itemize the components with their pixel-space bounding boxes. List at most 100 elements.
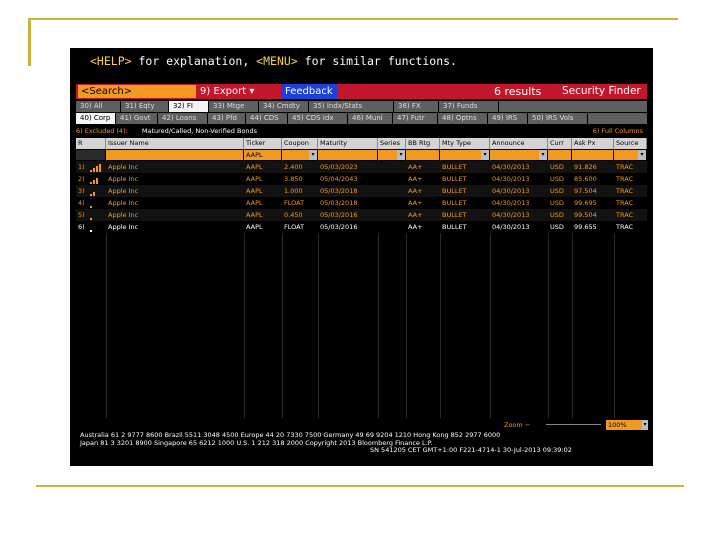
bb-rating: AA+ (408, 187, 423, 195)
filter-rating[interactable] (406, 150, 440, 160)
col-header-source[interactable]: Source (614, 138, 647, 149)
series (378, 221, 406, 233)
tab-cds-idx[interactable]: 45) CDS Idx (288, 113, 348, 124)
filter-coupon[interactable]: ▾ (282, 150, 318, 160)
filter-maturity[interactable] (318, 150, 378, 160)
tab-optns[interactable]: 48) Optns (438, 113, 488, 124)
zoom-value[interactable]: 100% (606, 420, 642, 430)
col-header-curr[interactable]: Curr (548, 138, 572, 149)
currency: USD (550, 163, 564, 171)
coupon: 1.000 (284, 187, 303, 195)
col-header-ask-px[interactable]: Ask Px (572, 138, 614, 149)
series (378, 197, 406, 209)
tab-irs[interactable]: 49) IRS (488, 113, 528, 124)
filter-source[interactable]: ▾ (614, 150, 647, 160)
issuer-name: Apple Inc (108, 175, 139, 183)
currency: USD (550, 199, 564, 207)
table-row[interactable]: 5) Apple Inc AAPL 0.450 05/03/2016 AA+ B… (76, 209, 647, 221)
help-key[interactable]: <HELP> (90, 54, 132, 68)
maturity: 05/03/2016 (320, 211, 358, 219)
filter-curr[interactable] (548, 150, 572, 160)
tab-cds[interactable]: 44) CDS (246, 113, 288, 124)
filter-mty-type[interactable]: ▾ (440, 150, 490, 160)
tab-loans[interactable]: 42) Loans (158, 113, 208, 124)
issuer-name: Apple Inc (108, 223, 139, 231)
filter-ask-px[interactable] (572, 150, 614, 160)
announce-date: 04/30/2013 (492, 199, 530, 207)
col-header-series[interactable]: Series (378, 138, 406, 149)
table-row[interactable]: 4) Apple Inc AAPL FLOAT 05/03/2018 AA+ B… (76, 197, 647, 209)
col-header-issuer[interactable]: Issuer Name (106, 138, 244, 149)
tab-all[interactable]: 30) All (76, 101, 121, 112)
col-header-ticker[interactable]: Ticker (244, 138, 282, 149)
app-title: Security Finder (562, 85, 641, 97)
mty-type: BULLET (442, 223, 467, 231)
ask-price: 99.695 (574, 199, 597, 207)
tab-commodity[interactable]: 34) Cmdty (259, 101, 309, 112)
tab-funds[interactable]: 37) Funds (439, 101, 499, 112)
table-row[interactable]: 1) Apple Inc AAPL 2.400 05/03/2023 AA+ B… (76, 161, 647, 173)
excluded-toggle[interactable]: 6) Excluded (4): (76, 127, 128, 135)
tab-govt[interactable]: 41) Govt (116, 113, 158, 124)
issuer-name: Apple Inc (108, 187, 139, 195)
bb-rating: AA+ (408, 175, 423, 183)
help-hint-line: <HELP> for explanation, <MENU> for simil… (90, 54, 457, 68)
currency: USD (550, 187, 564, 195)
coupon: FLOAT (284, 199, 305, 207)
tab-index-stats[interactable]: 35) Indx/Stats (309, 101, 394, 112)
tab-muni[interactable]: 46) Muni (348, 113, 393, 124)
table-row[interactable]: 2) Apple Inc AAPL 3.850 05/04/2043 AA+ B… (76, 173, 647, 185)
ask-price: 99.504 (574, 211, 597, 219)
filter-series[interactable]: ▾ (378, 150, 406, 160)
zoom-out-button[interactable]: − (525, 421, 530, 429)
tab-mortgage[interactable]: 33) Mtge (209, 101, 259, 112)
menu-key[interactable]: <MENU> (256, 54, 298, 68)
chevron-down-icon[interactable]: ▾ (481, 150, 489, 160)
source: TRAC (616, 175, 634, 183)
col-header-coupon[interactable]: Coupon (282, 138, 318, 149)
feedback-button[interactable]: Feedback (281, 84, 337, 99)
filter-announce[interactable]: ▾ (490, 150, 548, 160)
tab-corp[interactable]: 40) Corp (76, 113, 116, 124)
zoom-slider[interactable] (546, 424, 601, 425)
full-columns-button[interactable]: 6) Full Columns (593, 126, 643, 136)
tab-pfd[interactable]: 43) Pfd (208, 113, 246, 124)
series (378, 173, 406, 185)
search-input[interactable]: <Search> (78, 85, 196, 98)
coupon: 2.400 (284, 163, 303, 171)
table-row[interactable]: 3) Apple Inc AAPL 1.000 05/03/2018 AA+ B… (76, 185, 647, 197)
tab-fx[interactable]: 36) FX (394, 101, 439, 112)
source: TRAC (616, 211, 634, 219)
chevron-down-icon[interactable]: ▾ (539, 150, 547, 160)
row-number: 1) (78, 163, 85, 171)
mty-type: BULLET (442, 175, 467, 183)
chevron-down-icon[interactable]: ▾ (642, 420, 648, 430)
series (378, 209, 406, 221)
col-header-rating[interactable]: BB Rtg (406, 138, 440, 149)
tab-futr[interactable]: 47) Futr (393, 113, 438, 124)
col-header-maturity[interactable]: Maturity (318, 138, 378, 149)
filter-ticker[interactable]: AAPL (244, 150, 282, 160)
col-header-mty-type[interactable]: Mty Type (440, 138, 490, 149)
signal-bars-icon (90, 163, 102, 172)
export-button[interactable]: 9) Export ▾ (200, 84, 254, 99)
maturity: 05/03/2023 (320, 163, 358, 171)
row-number: 4) (78, 199, 85, 207)
issuer-name: Apple Inc (108, 199, 139, 207)
tab-irs-vols[interactable]: 50) IRS Vols (528, 113, 588, 124)
col-header-announce[interactable]: Announce (490, 138, 548, 149)
ask-price: 99.655 (574, 223, 597, 231)
command-bar: <Search> 9) Export ▾ Feedback 6 results … (76, 84, 647, 99)
tab-equity[interactable]: 31) Eqty (121, 101, 169, 112)
announce-date: 04/30/2013 (492, 163, 530, 171)
chevron-down-icon[interactable]: ▾ (638, 150, 646, 160)
table-row[interactable]: 6) Apple Inc AAPL FLOAT 05/03/2016 AA+ B… (76, 221, 647, 233)
filter-issuer[interactable] (106, 150, 244, 160)
row-number: 3) (78, 187, 85, 195)
bloomberg-terminal-window: <HELP> for explanation, <MENU> for simil… (70, 48, 653, 466)
chevron-down-icon[interactable]: ▾ (397, 150, 405, 160)
tab-fixed-income[interactable]: 32) FI (169, 101, 209, 112)
col-header-rank[interactable]: R (76, 138, 106, 149)
series (378, 161, 406, 173)
chevron-down-icon[interactable]: ▾ (309, 150, 317, 160)
